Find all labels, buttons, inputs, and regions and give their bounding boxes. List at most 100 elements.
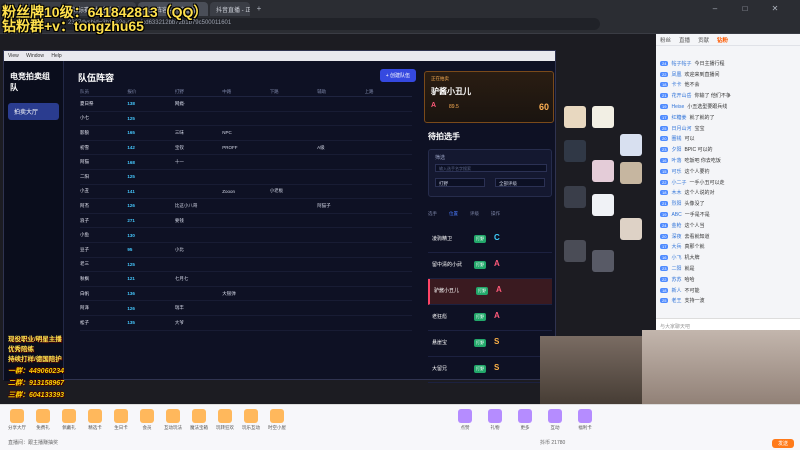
tab-diamond[interactable]: 钻粉 [717, 36, 728, 44]
chat-username[interactable]: 大兵 [671, 243, 681, 250]
gift-item[interactable]: 魔法宝箱 [186, 409, 212, 431]
menu-help[interactable]: Help [51, 53, 61, 59]
table-row[interactable]: 小丑 141 Zooon 小老板 [80, 185, 412, 200]
table-row[interactable]: 豆子 95 小比 [80, 243, 412, 258]
gift-item[interactable]: 会员 [134, 409, 160, 431]
chat-username[interactable]: 卡卡 [671, 81, 681, 88]
overlay-line-2: 优秀陪练 [8, 346, 34, 353]
gift-item[interactable]: 互动玩法 [160, 409, 186, 431]
gift-item[interactable]: 玩转狂欢 [212, 409, 238, 431]
guest-avatar[interactable] [620, 162, 642, 184]
table-row[interactable]: 松子 135 大爷 [80, 316, 412, 331]
chat-username[interactable]: 红糖姜 [671, 114, 686, 121]
chat-username[interactable]: 木木 [671, 189, 681, 196]
guest-avatar[interactable] [592, 194, 614, 216]
tab-action[interactable]: 操作 [491, 211, 500, 221]
guest-avatar[interactable] [620, 134, 642, 156]
gift-item[interactable]: 礼物 [482, 409, 508, 431]
table-row[interactable]: 夏日祭 138 网瘾· [80, 97, 412, 112]
guest-avatar[interactable] [564, 106, 586, 128]
browser-tab-4[interactable]: 抖音直播 - 正在直播 [210, 2, 250, 16]
player-list-item[interactable]: 悬崖宝 打野 S [428, 331, 552, 357]
gift-item[interactable]: 佩戴礼 [56, 409, 82, 431]
sidebar-item-auction-hall[interactable]: 拍卖大厅 [8, 103, 59, 120]
chat-username[interactable]: 小二子 [671, 179, 686, 186]
chat-username[interactable]: 帖子帖子 [671, 60, 691, 67]
guest-avatar[interactable] [592, 250, 614, 272]
table-row[interactable]: 阿杰 126 比这小八哥 阿猫子 [80, 199, 412, 214]
player-list-item[interactable]: 留中清的小武 打野 A [428, 253, 552, 279]
table-row[interactable]: 初雪 142 宝钗 PROFF A级 [80, 141, 412, 156]
table-cell: 阿杰 [80, 202, 89, 208]
chat-username[interactable]: 老王 [671, 297, 681, 304]
table-row[interactable]: 秋枫 121 七月七 [80, 272, 412, 287]
tab-fans[interactable]: 粉丝 [660, 36, 671, 44]
chat-username[interactable]: 金枪 [671, 222, 681, 229]
chat-username[interactable]: ABC [671, 212, 681, 218]
guest-avatar[interactable] [592, 160, 614, 182]
gift-item[interactable]: 生日卡 [108, 409, 134, 431]
player-list-item[interactable]: 凌驹精卫 打野 C [428, 227, 552, 253]
maximize-icon[interactable]: □ [740, 4, 750, 14]
gift-item[interactable]: 免费礼 [30, 409, 56, 431]
tab-position[interactable]: 位置 [449, 211, 458, 221]
guest-avatar[interactable] [620, 218, 642, 240]
close-icon[interactable]: ✕ [770, 4, 780, 14]
grade-select[interactable]: 全部评级 [495, 178, 545, 187]
table-row[interactable]: 影狼 165 三味 NPC [80, 126, 412, 141]
chat-username[interactable]: 新人 [671, 287, 681, 294]
menu-window[interactable]: Window [26, 53, 44, 59]
position-select[interactable]: 打野 [435, 178, 485, 187]
minimize-icon[interactable]: – [710, 4, 720, 14]
chat-username[interactable]: 日月山河 [671, 125, 691, 132]
table-row[interactable]: 阿猫 168 十一 [80, 155, 412, 170]
tab-contribution[interactable]: 贡献 [698, 36, 709, 44]
send-button[interactable]: 发送 [771, 439, 794, 448]
create-team-button[interactable]: + 创建队伍 [379, 69, 416, 82]
chat-username[interactable]: 深夜 [671, 233, 681, 240]
gift-item[interactable]: 更多 [512, 409, 538, 431]
gift-item[interactable]: 精选卡 [82, 409, 108, 431]
table-row[interactable]: 二阳 125 [80, 170, 412, 185]
chat-username[interactable]: 花开山岳 [671, 92, 691, 99]
table-row[interactable]: 小七 125 [80, 112, 412, 127]
gift-item[interactable]: 点赞 [452, 409, 478, 431]
guest-avatar[interactable] [592, 106, 614, 128]
gift-item[interactable]: 玩乐互动 [238, 409, 264, 431]
chat-username[interactable]: 小飞 [671, 254, 681, 261]
player-list-item[interactable]: 大留兄 打野 S [428, 357, 552, 383]
table-row[interactable]: 小鱼 130 [80, 228, 412, 243]
gift-item[interactable]: 福利卡 [572, 409, 598, 431]
gift-label: 分享大厅 [8, 425, 26, 430]
menu-view[interactable]: View [8, 53, 19, 59]
chat-username[interactable]: 烈阳 [671, 200, 681, 207]
chat-username[interactable]: 叶落 [671, 157, 681, 164]
chat-message: 18 卡卡 他不会 [656, 80, 800, 91]
chat-username[interactable]: 可乐 [671, 168, 681, 175]
player-search-input[interactable]: 输入选手名字搜索 [435, 164, 547, 172]
table-row[interactable]: 白帆 136 大银弹 [80, 287, 412, 302]
player-list-item[interactable]: 老狂彪 打野 A [428, 305, 552, 331]
gift-item[interactable]: 互动 [542, 409, 568, 431]
gift-item[interactable]: 分享大厅 [4, 409, 30, 431]
guest-avatar[interactable] [564, 140, 586, 162]
table-row[interactable]: 老三 125 [80, 258, 412, 273]
tab-grade[interactable]: 评级 [470, 211, 479, 221]
table-row[interactable]: 浪子 271 要钱 [80, 214, 412, 229]
table-row[interactable]: 阿泽 126 瑞丰 [80, 301, 412, 316]
chat-username[interactable]: 二阳 [671, 265, 681, 272]
chat-username[interactable]: 凤凰 [671, 71, 681, 78]
chat-username[interactable]: 圈钱 [671, 135, 681, 142]
chat-message: 20 深夜 去看就知道 [656, 231, 800, 242]
guest-avatar[interactable] [564, 186, 586, 208]
chat-username[interactable]: 夕阳 [671, 146, 681, 153]
tab-player[interactable]: 选手 [428, 211, 437, 221]
table-cell: 阿猫子 [317, 202, 331, 208]
guest-avatar[interactable] [564, 240, 586, 262]
gift-item[interactable]: 时空小屋 [264, 409, 290, 431]
player-list-item[interactable]: 驴酱小丑儿 打野 A [428, 279, 552, 305]
tab-live[interactable]: 直播 [679, 36, 690, 44]
plus-icon[interactable]: + [254, 4, 264, 14]
chat-username[interactable]: 苏苏 [671, 276, 681, 283]
chat-username[interactable]: Heise [671, 104, 684, 110]
